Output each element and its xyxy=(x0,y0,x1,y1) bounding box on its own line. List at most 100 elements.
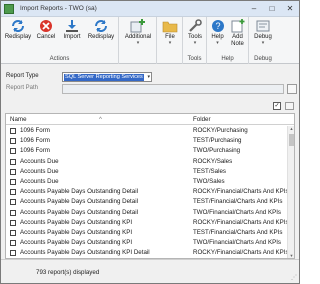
help-group: ? Help ▾ Add Note Help xyxy=(207,17,249,64)
redisplay-label-2: Redisplay xyxy=(87,34,115,40)
row-checkbox[interactable] xyxy=(10,209,16,216)
row-checkbox[interactable] xyxy=(10,250,16,257)
row-checkbox[interactable] xyxy=(10,189,16,196)
row-checkbox[interactable] xyxy=(10,229,16,236)
table-row[interactable]: Accounts Payable Days Outstanding KPI ROC… xyxy=(6,218,289,228)
redisplay-label: Redisplay xyxy=(4,34,32,40)
grid-rows: 1096 Form ROCKY/Purchasing 1096 Form TEST/P… xyxy=(6,126,289,258)
sort-ascending-icon: ^ xyxy=(99,116,102,123)
table-row[interactable]: 1096 Form TWO/Purchasing xyxy=(6,146,286,156)
row-checkbox[interactable] xyxy=(10,240,16,247)
table-row[interactable]: Accounts Payable Days Outstanding Detail… xyxy=(6,208,286,218)
help-menu-button[interactable]: ? Help ▾ xyxy=(208,19,227,46)
table-row[interactable]: 1096 Form ROCKY/Purchasing xyxy=(6,126,286,136)
table-row[interactable]: Accounts Payable Days Outstanding KPI De… xyxy=(6,248,289,258)
row-checkbox[interactable] xyxy=(10,148,16,155)
actions-group-label: Actions xyxy=(49,56,70,62)
title-bar: Import Reports - TWO (sa) – □ ✕ xyxy=(1,1,299,17)
debug-menu-button[interactable]: Debug ▾ xyxy=(251,19,275,46)
report-folder: ROCKY/Purchasing xyxy=(193,127,248,134)
table-row[interactable]: 1096 Form TEST/Purchasing xyxy=(6,136,286,146)
import-icon xyxy=(64,19,80,33)
chevron-down-icon: ▾ xyxy=(136,40,140,46)
cancel-label: Cancel xyxy=(36,34,56,40)
help-icon: ? xyxy=(210,19,226,33)
additional-group: Additional ▾ xyxy=(119,17,157,64)
browse-path-button[interactable] xyxy=(287,84,297,94)
report-folder: TEST/Sales xyxy=(193,167,227,175)
app-icon xyxy=(4,4,14,14)
redisplay-button[interactable]: Redisplay xyxy=(4,19,32,41)
additional-menu-button[interactable]: Additional ▾ xyxy=(121,19,155,46)
row-checkbox[interactable] xyxy=(10,138,16,145)
report-name: Accounts Payable Days Outstanding KPI De… xyxy=(20,249,150,257)
redisplay-icon xyxy=(10,19,26,33)
row-checkbox[interactable] xyxy=(10,168,16,175)
redisplay-button-2[interactable]: Redisplay xyxy=(86,19,116,41)
chevron-down-icon: ▾ xyxy=(261,40,265,46)
reports-grid: Name ^ Folder 1096 Form ROCKY/Purchasing 1… xyxy=(5,113,295,259)
tools-icon xyxy=(187,19,203,33)
add-note-icon xyxy=(230,19,246,33)
table-row[interactable]: Accounts Payable Days Outstanding Detail… xyxy=(6,197,286,207)
help-group-label: Help xyxy=(221,56,234,62)
report-path-row: Report Path xyxy=(5,84,297,94)
debug-icon xyxy=(255,19,271,33)
maximize-button[interactable]: □ xyxy=(265,3,279,15)
row-checkbox[interactable] xyxy=(10,158,16,165)
report-folder: TWO/Financial/Charts And KPIs xyxy=(193,239,282,247)
report-folder: ROCKY/Financial/Charts And KPIs xyxy=(193,249,289,257)
chevron-down-icon: ▾ xyxy=(147,74,150,80)
status-divider xyxy=(1,259,299,260)
file-group: File ▾ xyxy=(157,17,183,64)
table-row[interactable]: Accounts Payable Days Outstanding Detail… xyxy=(6,187,289,197)
scroll-up-icon[interactable]: ▲ xyxy=(288,126,294,131)
resize-grip-icon[interactable]: ⋰ xyxy=(291,274,297,281)
column-header-name[interactable]: Name xyxy=(10,116,27,123)
report-name: Accounts Payable Days Outstanding Detail xyxy=(20,188,138,196)
additional-icon xyxy=(130,19,146,33)
row-checkbox[interactable] xyxy=(10,199,16,206)
import-reports-window: Import Reports - TWO (sa) – □ ✕ Redispla… xyxy=(0,0,300,284)
table-row[interactable]: Accounts Due TWO/Sales xyxy=(6,177,286,187)
debug-group-label: Debug xyxy=(254,56,272,62)
report-name: Accounts Payable Days Outstanding Detail xyxy=(20,198,138,206)
grid-header: Name ^ Folder xyxy=(6,114,294,125)
report-folder: TWO/Financial/Charts And KPIs xyxy=(193,208,282,216)
debug-group: Debug ▾ Debug xyxy=(249,17,277,64)
report-folder: TWO/Sales xyxy=(193,177,225,185)
table-row[interactable]: Accounts Payable Days Outstanding KPI TWO… xyxy=(6,238,286,248)
row-checkbox[interactable] xyxy=(10,219,16,226)
tools-menu-button[interactable]: Tools ▾ xyxy=(184,19,206,46)
report-folder: TWO/Purchasing xyxy=(193,147,241,155)
scroll-down-icon[interactable]: ▼ xyxy=(288,253,294,258)
row-checkbox[interactable] xyxy=(10,178,16,185)
import-button[interactable]: Import xyxy=(60,19,84,41)
row-checkbox[interactable] xyxy=(10,128,16,134)
close-button[interactable]: ✕ xyxy=(283,3,297,15)
table-row[interactable]: Accounts Payable Days Outstanding KPI TES… xyxy=(6,228,286,238)
report-name: Accounts Payable Days Outstanding KPI xyxy=(20,239,133,247)
report-folder: ROCKY/Sales xyxy=(193,157,233,165)
table-row[interactable]: Accounts Due TEST/Sales xyxy=(6,167,286,177)
column-header-folder[interactable]: Folder xyxy=(193,116,211,123)
chevron-down-icon: ▾ xyxy=(216,40,219,46)
report-path-field[interactable] xyxy=(62,84,284,94)
folder-icon xyxy=(162,19,178,33)
file-menu-button[interactable]: File ▾ xyxy=(159,19,181,46)
table-row[interactable]: Accounts Due ROCKY/Sales xyxy=(6,157,286,167)
redisplay-icon xyxy=(93,19,109,33)
vertical-scrollbar[interactable]: ▲ ▼ xyxy=(287,126,294,258)
scrollbar-thumb[interactable] xyxy=(289,134,294,146)
report-type-select[interactable]: SQL Server Reporting Services ▾ xyxy=(62,72,152,82)
add-note-button[interactable]: Add Note xyxy=(227,19,248,48)
column-options-button[interactable] xyxy=(285,102,294,110)
select-all-checkbox[interactable]: ✓ xyxy=(273,102,281,110)
cancel-icon xyxy=(38,19,54,33)
report-name: Accounts Due xyxy=(20,167,59,175)
cancel-button[interactable]: Cancel xyxy=(34,19,58,41)
report-type-label: Report Type xyxy=(6,73,39,79)
report-path-label: Report Path xyxy=(6,85,39,91)
minimize-button[interactable]: – xyxy=(247,3,261,15)
window-title: Import Reports - TWO (sa) xyxy=(20,5,97,12)
